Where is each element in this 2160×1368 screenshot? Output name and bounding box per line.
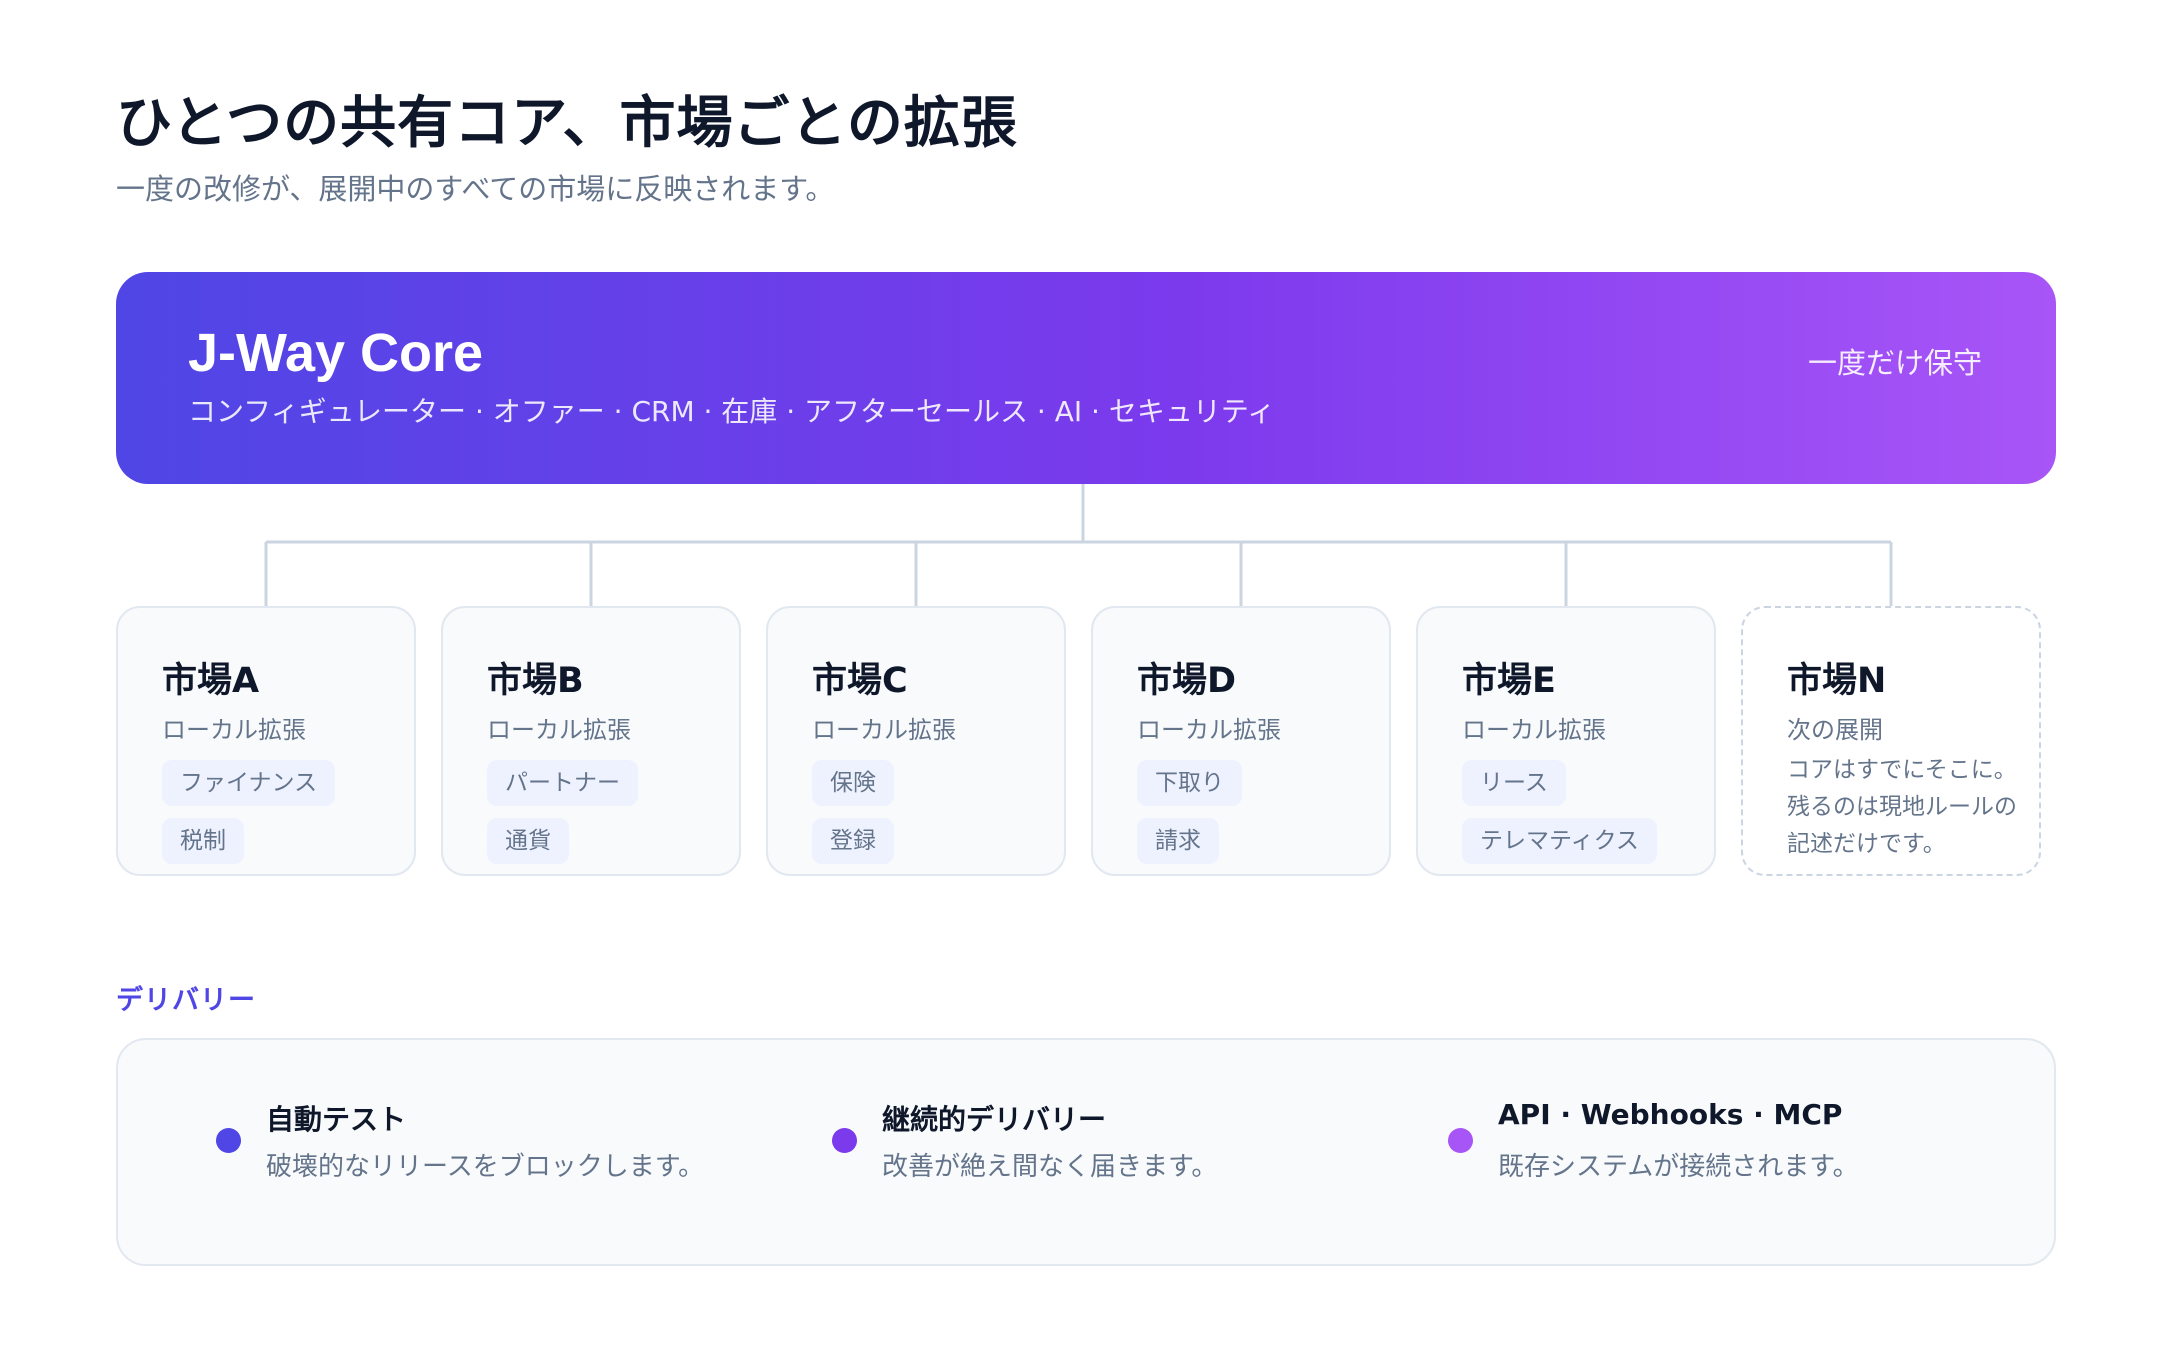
market-name: 市場B <box>487 661 584 701</box>
market-tag: 請求 <box>1137 818 1219 864</box>
market-subtitle: ローカル拡張 <box>812 716 956 744</box>
status-dot-icon <box>216 1128 241 1153</box>
market-tag: 登録 <box>812 818 894 864</box>
market-note: コアはすでにそこに。残るのは現地ルールの記述だけです。 <box>1787 757 2017 857</box>
delivery-item-description: 破壊的なリリースをブロックします。 <box>266 1152 705 1182</box>
market-card-c: 市場C ローカル拡張 保険 登録 <box>766 606 1066 876</box>
market-subtitle: ローカル拡張 <box>487 716 631 744</box>
market-card-b: 市場B ローカル拡張 パートナー 通貨 <box>441 606 741 876</box>
market-card-next: 市場N 次の展開 コアはすでにそこに。残るのは現地ルールの記述だけです。 <box>1741 606 2041 876</box>
delivery-item-title: 継続的デリバリー <box>882 1103 1107 1136</box>
delivery-item-title: 自動テスト <box>266 1103 407 1136</box>
market-tag: リース <box>1462 760 1566 806</box>
market-tag: 通貨 <box>487 818 569 864</box>
market-tag: 保険 <box>812 760 894 806</box>
delivery-panel: 自動テスト 破壊的なリリースをブロックします。 継続的デリバリー 改善が絶え間な… <box>116 1038 2056 1266</box>
market-name: 市場E <box>1462 661 1556 701</box>
market-subtitle: ローカル拡張 <box>1137 716 1281 744</box>
market-tag: パートナー <box>487 760 638 806</box>
market-card-a: 市場A ローカル拡張 ファイナンス 税制 <box>116 606 416 876</box>
status-dot-icon <box>1448 1128 1473 1153</box>
market-name: 市場C <box>812 661 908 701</box>
delivery-item-title: API · Webhooks · MCP <box>1498 1098 1843 1131</box>
delivery-item-description: 改善が絶え間なく届きます。 <box>882 1152 1218 1182</box>
market-name: 市場D <box>1137 661 1237 701</box>
market-subtitle: ローカル拡張 <box>162 716 306 744</box>
market-name: 市場N <box>1787 661 1887 701</box>
status-dot-icon <box>832 1128 857 1153</box>
delivery-section-label: デリバリー <box>116 985 256 1016</box>
market-subtitle: ローカル拡張 <box>1462 716 1606 744</box>
market-card-e: 市場E ローカル拡張 リース テレマティクス <box>1416 606 1716 876</box>
market-card-d: 市場D ローカル拡張 下取り 請求 <box>1091 606 1391 876</box>
market-subtitle: 次の展開 <box>1787 716 1883 744</box>
market-tag: ファイナンス <box>162 760 336 806</box>
market-name: 市場A <box>162 661 260 701</box>
market-tag: 下取り <box>1137 760 1242 806</box>
market-tag: 税制 <box>162 818 244 864</box>
delivery-item-description: 既存システムが接続されます。 <box>1498 1152 1859 1182</box>
market-tag: テレマティクス <box>1462 818 1657 864</box>
